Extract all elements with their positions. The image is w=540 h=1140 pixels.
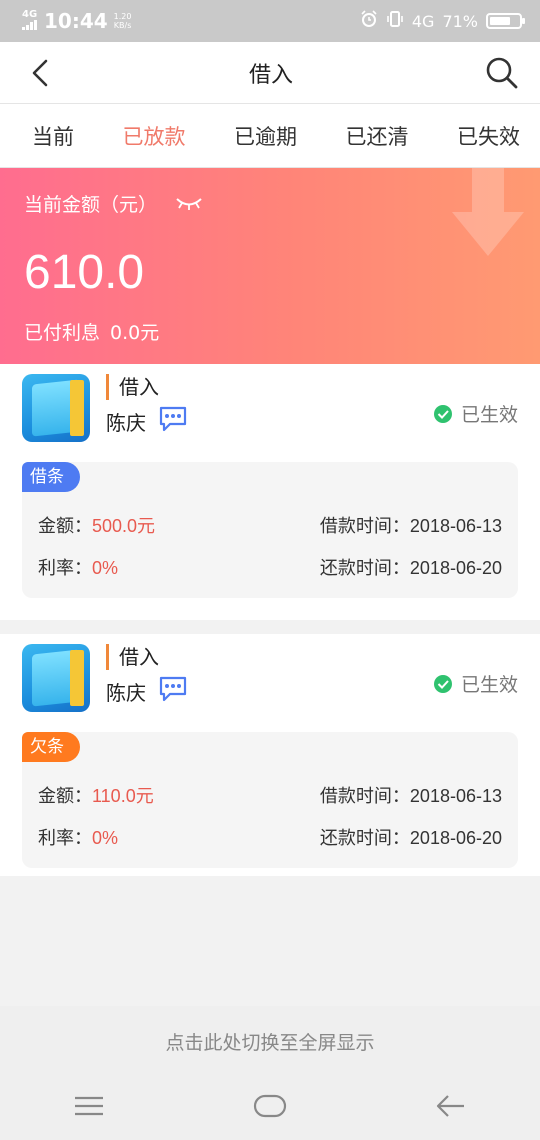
signal-icon: 4G <box>22 8 38 33</box>
rate-label: 利率： <box>38 558 92 579</box>
rate-value: 0% <box>92 558 119 578</box>
balance-amount: 610.0 <box>24 246 145 299</box>
battery-percent: 71% <box>442 11 478 31</box>
search-button[interactable] <box>482 53 522 93</box>
borrow-time-value: 2018-06-13 <box>409 516 502 536</box>
menu-icon <box>75 1096 104 1116</box>
back-button[interactable] <box>20 53 60 93</box>
alarm-icon <box>360 10 378 32</box>
loan-type-tag: 欠条 <box>22 732 80 762</box>
app-logo <box>22 644 90 712</box>
loan-detail: 欠条 金额：110.0元 借款时间：2018-06-13 利率：0% 还款时间：… <box>22 732 518 868</box>
down-arrow-icon <box>452 168 524 256</box>
network-speed: 1.20 KB/s <box>114 12 132 30</box>
amount-value: 110.0元 <box>92 786 154 806</box>
repay-time-label: 还款时间： <box>319 828 410 849</box>
balance-label: 当前金额（元） <box>24 194 158 216</box>
borrow-time-value: 2018-06-13 <box>409 786 502 806</box>
repay-time-label: 还款时间： <box>319 558 410 579</box>
amount-value: 500.0元 <box>92 516 156 536</box>
loan-title: 借入 <box>106 644 188 670</box>
loan-card[interactable]: 借入 陈庆 已生效 欠条 金额：110.0元 借款时间：2018-06-13 利… <box>0 634 540 890</box>
speed-value: 1.20 <box>113 12 132 21</box>
home-icon <box>253 1094 287 1118</box>
balance-banner: 当前金额（元） 610.0 已付利息 0.0元 <box>0 168 540 364</box>
interest-value: 0.0元 <box>110 322 160 344</box>
navigation-bar: 借入 <box>0 42 540 104</box>
network-type-right: 4G <box>411 11 435 31</box>
rate-value: 0% <box>92 828 119 848</box>
fullscreen-toggle[interactable]: 点击此处切换至全屏显示 <box>0 1006 540 1076</box>
status-text: 已生效 <box>460 404 518 426</box>
system-back-button[interactable] <box>436 1094 466 1122</box>
vibrate-icon <box>386 10 404 32</box>
borrow-time-label: 借款时间： <box>319 786 410 807</box>
system-navigation <box>0 1076 540 1140</box>
network-type-label: 4G <box>22 8 38 20</box>
status-badge: 已生效 <box>433 670 518 697</box>
status-text: 已生效 <box>460 674 518 696</box>
rate-label: 利率： <box>38 828 92 849</box>
tab-overdue[interactable]: 已逾期 <box>234 121 297 151</box>
hide-amount-eye-icon[interactable] <box>175 193 203 215</box>
status-badge: 已生效 <box>433 400 518 427</box>
back-icon <box>436 1095 464 1117</box>
amount-label: 金额： <box>38 786 92 807</box>
borrow-time-label: 借款时间： <box>319 516 410 537</box>
borrower-name: 陈庆 <box>106 411 146 435</box>
tab-invalid[interactable]: 已失效 <box>457 121 520 151</box>
interest-label: 已付利息 <box>24 322 101 344</box>
repay-time-value: 2018-06-20 <box>409 828 502 848</box>
clock: 10:44 <box>44 9 108 33</box>
borrower-name: 陈庆 <box>106 681 146 705</box>
loan-detail: 借条 金额：500.0元 借款时间：2018-06-13 利率：0% 还款时间：… <box>22 462 518 598</box>
status-tabs: 当前 已放款 已逾期 已还清 已失效 <box>0 104 540 168</box>
check-circle-icon <box>433 674 452 693</box>
menu-button[interactable] <box>74 1095 104 1121</box>
loan-title: 借入 <box>106 374 188 400</box>
tab-current[interactable]: 当前 <box>32 121 74 151</box>
amount-label: 金额： <box>38 516 92 537</box>
battery-icon <box>486 13 525 29</box>
page-title: 借入 <box>248 62 293 88</box>
speed-unit: KB/s <box>113 21 132 30</box>
loan-card[interactable]: 借入 陈庆 已生效 借条 金额：500.0元 借款时间：2018-06-13 利… <box>0 364 540 620</box>
repay-time-value: 2018-06-20 <box>409 558 502 578</box>
tab-disbursed[interactable]: 已放款 <box>123 121 186 151</box>
chat-icon[interactable] <box>158 406 188 437</box>
chat-icon[interactable] <box>158 676 188 707</box>
check-circle-icon <box>433 404 452 423</box>
tab-repaid[interactable]: 已还清 <box>346 121 409 151</box>
loan-type-tag: 借条 <box>22 462 80 492</box>
status-bar: 4G 10:44 1.20 KB/s 4G 71% <box>0 0 540 42</box>
search-icon <box>486 57 518 88</box>
empty-area <box>0 876 540 1006</box>
app-logo <box>22 374 90 442</box>
home-button[interactable] <box>253 1094 287 1122</box>
back-arrow-icon <box>32 59 48 86</box>
